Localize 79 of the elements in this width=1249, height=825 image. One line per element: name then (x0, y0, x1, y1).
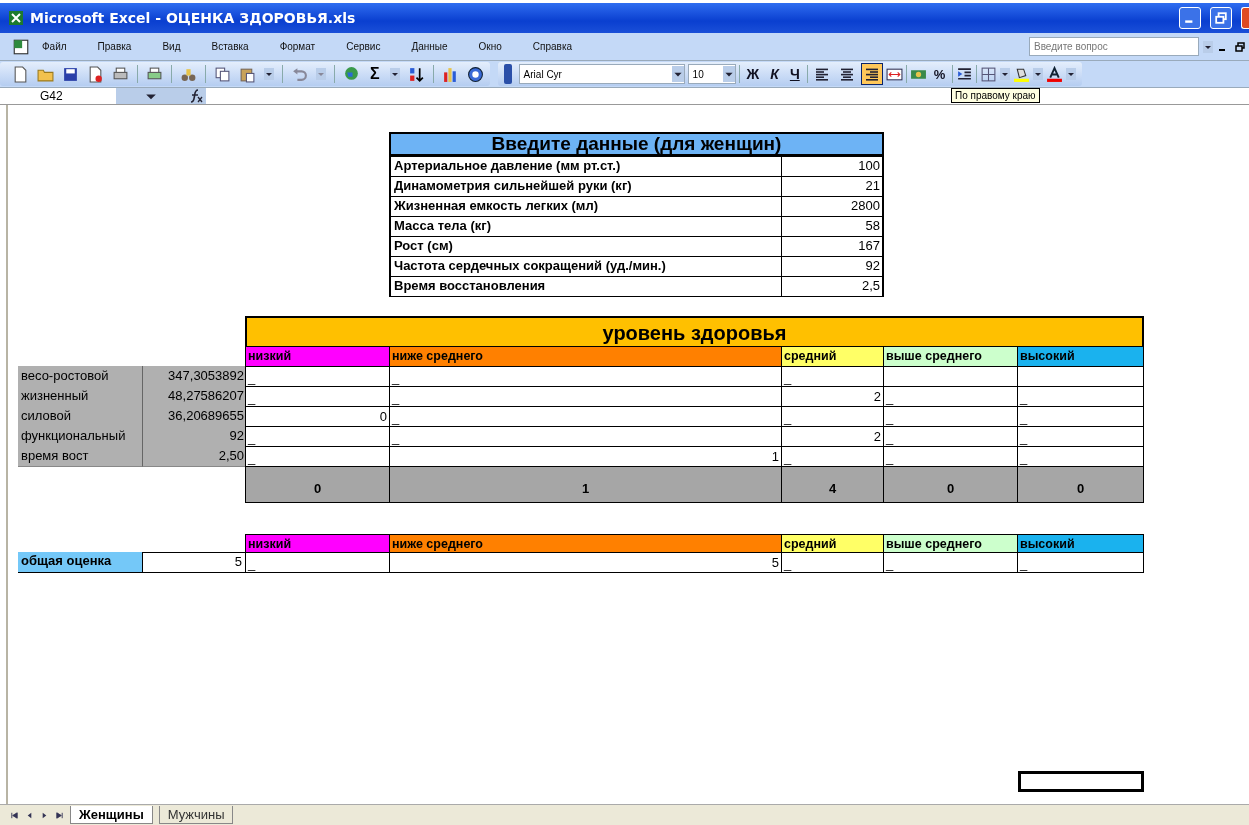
copy-icon[interactable] (214, 65, 231, 83)
workbook-icon[interactable] (12, 37, 30, 56)
globe-icon[interactable] (343, 65, 360, 83)
overall-value: 5 (142, 552, 246, 573)
table-cell: _ (1017, 386, 1144, 407)
table-cell: _ (1017, 552, 1144, 573)
menu-item[interactable]: Окно (478, 41, 502, 52)
total-cell: 0 (245, 466, 390, 503)
menu-item[interactable]: Вид (162, 41, 181, 52)
autosum-button[interactable]: Σ (368, 65, 382, 83)
menu-item[interactable]: Правка (97, 41, 132, 52)
dropdown-icon[interactable] (1203, 40, 1213, 53)
dropdown-icon[interactable] (1066, 68, 1077, 80)
font-size-field[interactable]: 10 (687, 64, 736, 84)
table-cell: 2,5 (781, 276, 884, 297)
selected-cell[interactable] (1018, 771, 1144, 792)
row-label: функциональный (18, 426, 143, 447)
minimize-button[interactable] (1179, 7, 1201, 29)
close-button[interactable] (1241, 7, 1249, 29)
menu-item[interactable]: Справка (532, 41, 573, 52)
dropdown-icon[interactable] (1033, 68, 1044, 80)
bold-button[interactable]: Ж (742, 66, 764, 82)
save-icon[interactable] (62, 65, 79, 83)
row-label: жизненный (18, 386, 143, 407)
table-cell: 100 (781, 156, 884, 177)
row-label: силовой (18, 406, 143, 427)
table-cell: Время восстановления (389, 276, 782, 297)
tooltip: По правому краю (951, 88, 1040, 103)
total-cell: 4 (781, 466, 884, 503)
toolbar-grip[interactable] (503, 64, 512, 84)
dropdown-icon[interactable] (722, 66, 735, 82)
chart-icon[interactable] (441, 65, 459, 83)
table-cell: _ (1017, 426, 1144, 447)
previous-sheet-icon[interactable] (25, 810, 34, 820)
indent-icon[interactable] (956, 65, 974, 83)
total-cell: 0 (883, 466, 1018, 503)
level-header: ниже среднего (389, 346, 782, 367)
restore-button[interactable] (1210, 7, 1232, 29)
underline-button[interactable]: Ч (785, 66, 804, 82)
new-document-icon[interactable] (12, 65, 29, 83)
menu-item[interactable]: Сервис (346, 41, 381, 52)
menu-item[interactable]: Файл (42, 41, 67, 52)
input-table-title: Введите данные (для женщин) (389, 132, 884, 156)
dropdown-icon[interactable] (1000, 68, 1011, 80)
function-icon[interactable] (186, 88, 206, 104)
level-header: высокий (1017, 346, 1144, 367)
total-cell: 0 (1017, 466, 1144, 503)
table-cell: Артериальное давление (мм рт.ст.) (389, 156, 782, 177)
borders-icon[interactable] (980, 65, 998, 83)
table-cell: 0 (245, 406, 390, 427)
first-sheet-icon[interactable] (10, 810, 19, 820)
sort-icon[interactable] (407, 65, 425, 83)
percent-button[interactable]: % (929, 66, 950, 82)
menu-item[interactable]: Данные (411, 41, 448, 52)
font-field[interactable]: Arial Cyr (518, 64, 685, 84)
font-color-icon[interactable] (1046, 65, 1064, 83)
menu-item[interactable]: Вставка (211, 41, 249, 52)
dropdown-icon[interactable] (264, 68, 274, 80)
help-icon[interactable] (466, 65, 484, 83)
last-sheet-icon[interactable] (55, 810, 64, 820)
level-table-title: уровень здоровья (245, 316, 1144, 347)
sheet-tab[interactable]: Мужчины (158, 806, 234, 824)
restore-icon[interactable] (1235, 41, 1245, 52)
menu-item[interactable]: Формат (279, 41, 316, 52)
row-label: время вост (18, 446, 143, 467)
row-value: 2,50 (143, 446, 246, 467)
table-cell: _ (1017, 406, 1144, 427)
total-cell: 1 (389, 466, 782, 503)
overall-label: общая оценка (18, 552, 143, 573)
dropdown-icon[interactable] (671, 66, 684, 82)
window-title: Microsoft Excel - ОЦЕНКА ЗДОРОВЬЯ.xls (30, 10, 356, 26)
row-label: весо-ростовой (18, 366, 143, 387)
dropdown-icon[interactable] (389, 68, 400, 80)
help-field[interactable]: Введите вопрос (1029, 37, 1199, 56)
excel-icon (8, 10, 24, 26)
italic-button[interactable]: К (766, 66, 783, 82)
sheet-tab[interactable]: Женщины (70, 806, 153, 824)
restore-icon[interactable] (1215, 12, 1227, 24)
next-sheet-icon[interactable] (40, 810, 49, 820)
